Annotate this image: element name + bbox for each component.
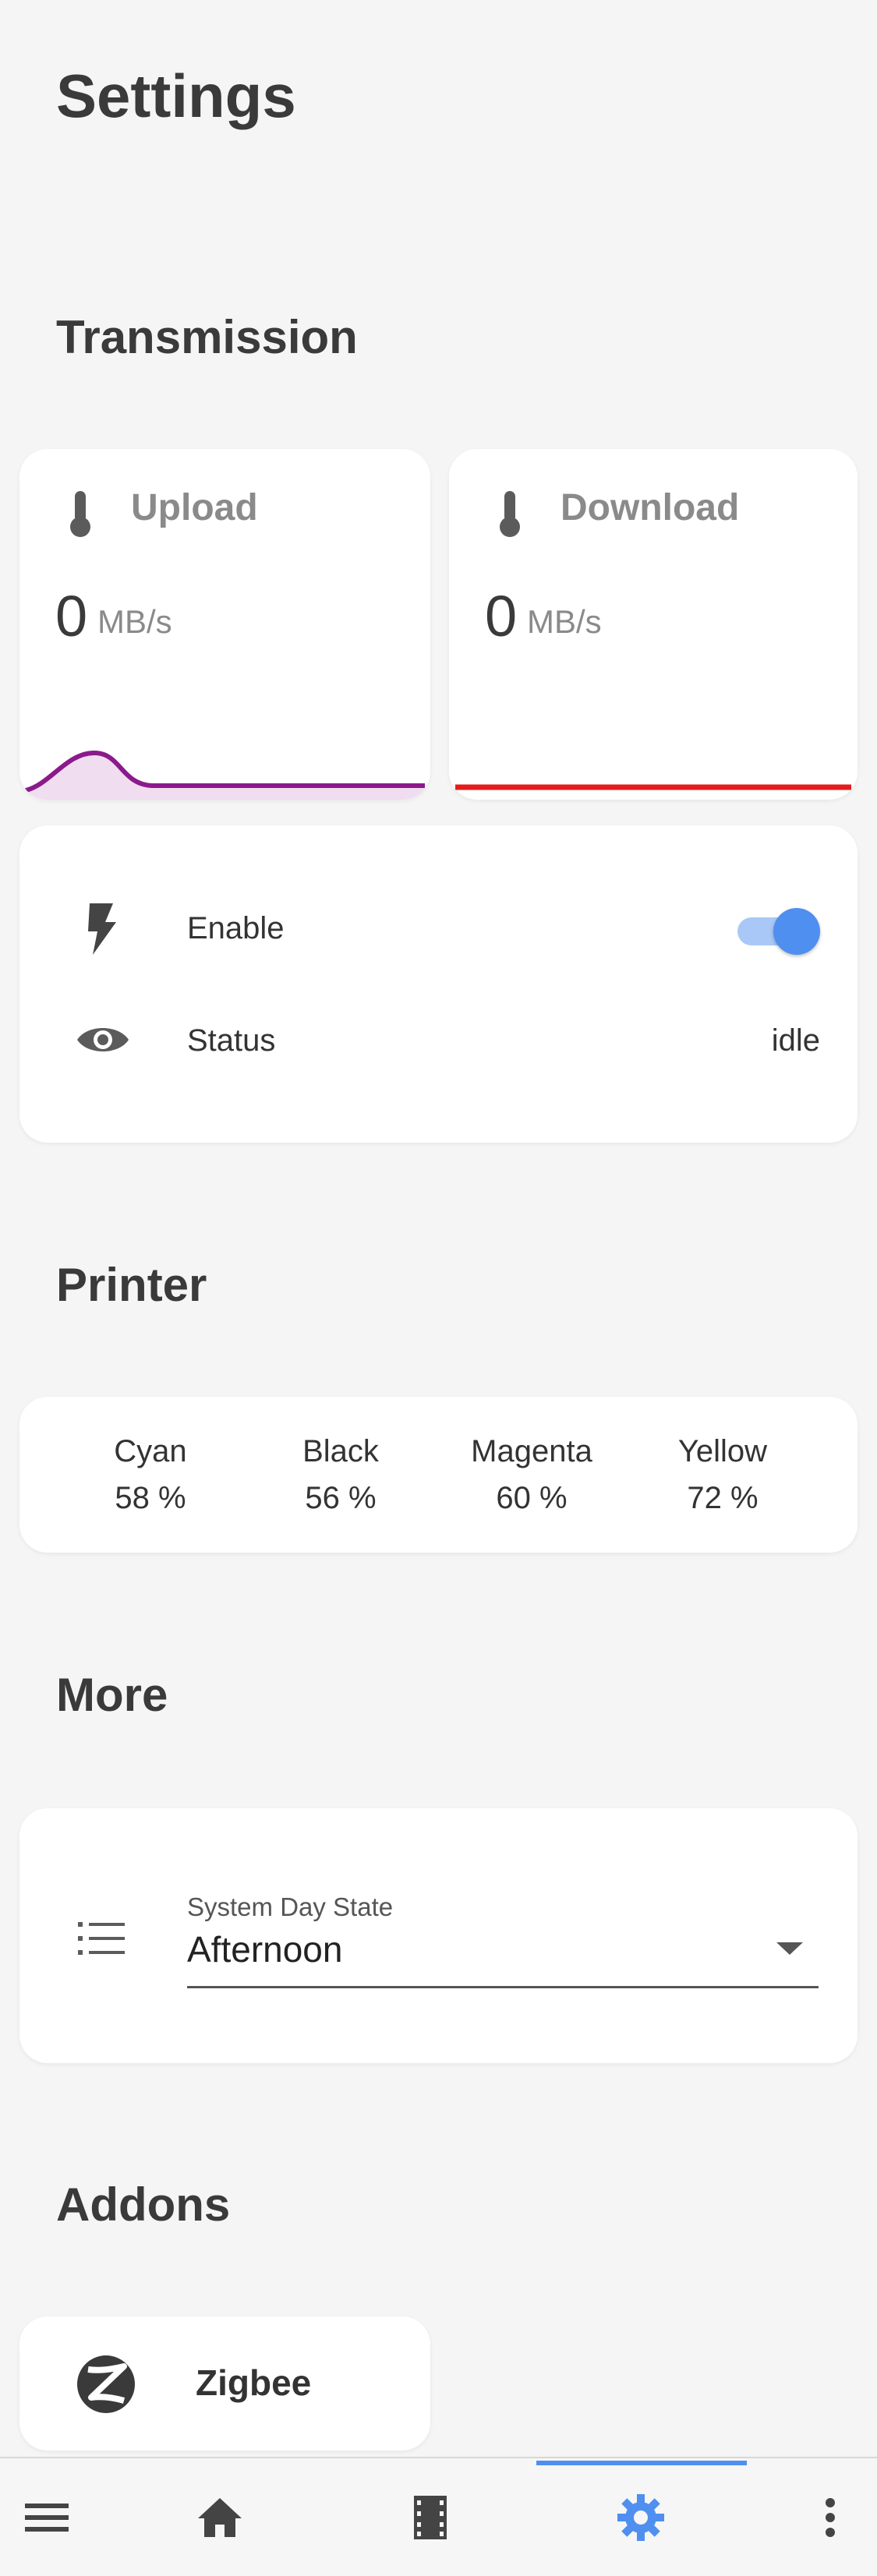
settings-button[interactable] bbox=[594, 2458, 688, 2576]
ink-name: Black bbox=[302, 1434, 379, 1468]
upload-graph bbox=[25, 750, 425, 800]
ink-level: 60 % bbox=[496, 1481, 568, 1515]
download-label: Download bbox=[561, 487, 740, 528]
ink-name: Magenta bbox=[471, 1434, 592, 1468]
select-value: Afternoon bbox=[187, 1929, 343, 1970]
media-button[interactable] bbox=[384, 2458, 477, 2576]
section-title-transmission: Transmission bbox=[56, 311, 358, 363]
more-card: System Day State Afternoon bbox=[19, 1808, 858, 2063]
section-title-printer: Printer bbox=[56, 1259, 207, 1311]
ink-name: Yellow bbox=[677, 1434, 768, 1468]
select-underline bbox=[187, 1986, 819, 1988]
list-icon bbox=[78, 1922, 125, 1955]
ink-level: 72 % bbox=[687, 1481, 759, 1515]
flash-icon bbox=[88, 903, 116, 955]
download-unit: MB/s bbox=[527, 603, 602, 640]
ink-level: 58 % bbox=[115, 1481, 186, 1515]
download-value: 0 bbox=[485, 584, 518, 648]
ink-cyan[interactable]: Cyan 58 % bbox=[55, 1428, 246, 1521]
ink-yellow[interactable]: Yellow 72 % bbox=[628, 1428, 818, 1521]
printer-card: Cyan 58 % Black 56 % Magenta 60 % Yellow… bbox=[19, 1397, 858, 1553]
bottom-nav bbox=[0, 2457, 877, 2576]
upload-value: 0 bbox=[55, 584, 88, 648]
enable-toggle[interactable] bbox=[733, 906, 820, 955]
section-title-more: More bbox=[56, 1669, 168, 1721]
thermometer-icon bbox=[70, 491, 90, 537]
home-icon bbox=[198, 2497, 242, 2537]
home-button[interactable] bbox=[173, 2458, 267, 2576]
film-icon bbox=[414, 2495, 447, 2539]
thermometer-icon bbox=[500, 491, 520, 537]
menu-icon bbox=[25, 2503, 69, 2532]
download-card[interactable]: Download 0 MB/s bbox=[449, 449, 858, 800]
status-label: Status bbox=[187, 1023, 276, 1058]
download-graph bbox=[455, 784, 851, 790]
upload-card[interactable]: Upload 0 MB/s bbox=[19, 449, 430, 800]
upload-unit: MB/s bbox=[97, 603, 172, 640]
ink-magenta[interactable]: Magenta 60 % bbox=[437, 1428, 627, 1521]
chevron-down-icon bbox=[776, 1942, 803, 1955]
menu-button[interactable] bbox=[0, 2458, 94, 2576]
more-vert-icon bbox=[826, 2497, 835, 2537]
overflow-menu-button[interactable] bbox=[783, 2458, 877, 2576]
section-title-addons: Addons bbox=[56, 2178, 231, 2231]
page-title: Settings bbox=[56, 62, 296, 130]
enable-label: Enable bbox=[187, 911, 285, 945]
eye-icon bbox=[77, 1028, 129, 1051]
ink-name: Cyan bbox=[114, 1434, 187, 1468]
addon-name: Zigbee bbox=[196, 2362, 312, 2403]
gear-icon bbox=[617, 2493, 664, 2541]
select-label: System Day State bbox=[187, 1892, 394, 1921]
upload-label: Upload bbox=[131, 487, 258, 528]
addon-zigbee-card[interactable]: Zigbee bbox=[19, 2316, 430, 2451]
status-value: idle bbox=[771, 1023, 820, 1058]
day-state-select[interactable]: System Day State Afternoon bbox=[187, 1892, 819, 2006]
ink-level: 56 % bbox=[305, 1481, 377, 1515]
ink-black[interactable]: Black 56 % bbox=[246, 1428, 436, 1521]
transmission-controls-card: Enable Status idle bbox=[19, 825, 858, 1143]
zigbee-icon bbox=[77, 2355, 135, 2413]
